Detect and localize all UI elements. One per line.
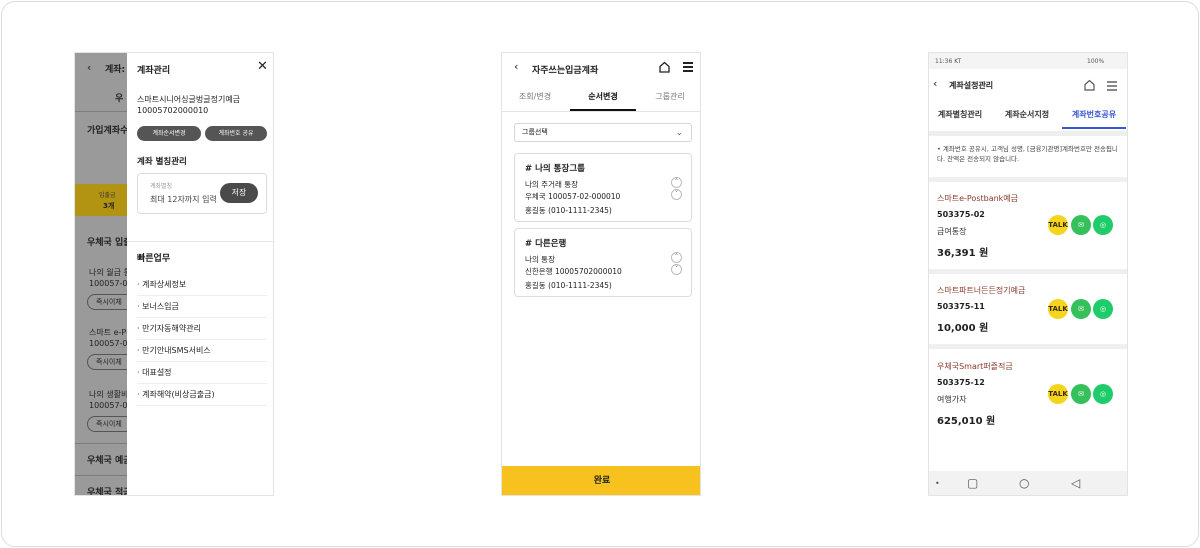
chevron-down-icon: ⌄	[676, 128, 683, 137]
alias-input-box[interactable]: 계좌별칭 최대 12자까지 입력 저장	[137, 173, 267, 214]
home-icon[interactable]	[1084, 79, 1095, 91]
menu-icon[interactable]	[683, 62, 693, 72]
reorder-control: ˄ ˅	[671, 177, 683, 201]
back-icon[interactable]: ‹	[514, 60, 518, 73]
page-title: 자주쓰는입금계좌	[532, 66, 599, 76]
back-triangle-icon[interactable]: ◁	[1071, 476, 1080, 490]
group-select[interactable]: 그룹선택 ⌄	[514, 123, 692, 142]
divider	[127, 241, 273, 242]
recent-apps-icon[interactable]: ▢	[967, 476, 978, 490]
account-number: 10005702000010	[137, 106, 209, 115]
sms-icon[interactable]: ✉	[1071, 384, 1091, 404]
tab-alias[interactable]: 계좌별칭관리	[929, 101, 991, 129]
share-account-button[interactable]: 계좌번호 공유	[205, 126, 267, 141]
quick-tasks-title: 빠른업무	[137, 254, 171, 264]
move-down-icon[interactable]: ˅	[671, 264, 682, 275]
line-icon[interactable]: ◎	[1093, 215, 1113, 235]
reorder-control: ˄ ˅	[671, 252, 683, 276]
tab-group-manage[interactable]: 그룹관리	[638, 83, 700, 111]
phone-account-management-drawer: ‹ 계좌: 우 가입계좌수 입출금 3개 우체국 입출 나의 월급 통 1000…	[74, 52, 274, 496]
move-up-icon[interactable]: ˄	[671, 177, 682, 188]
balance: 625,010 원	[937, 416, 996, 427]
kakao-talk-icon[interactable]: TALK	[1048, 384, 1068, 404]
back-icon: ‹	[87, 61, 92, 74]
account-alias: 여행가자	[937, 395, 967, 404]
tab-reorder[interactable]: 순서변경	[570, 83, 636, 111]
account-drawer: 계좌관리 ✕ 스마트시니어싱글벙글정기예금 10005702000010 계좌순…	[127, 53, 273, 495]
quick-item[interactable]: · 만기안내SMS서비스	[137, 340, 267, 362]
bg-section-title: 가입계좌수	[87, 126, 129, 136]
quick-item[interactable]: · 계좌상세정보	[137, 274, 267, 296]
product-name: 스마트파트너든든정기예금	[937, 286, 1026, 295]
account-card: # 나의 통장그룹 나의 주거래 통장 우체국 100057-02-000010…	[514, 153, 692, 222]
home-circle-icon[interactable]: ○	[1019, 476, 1029, 490]
tab-order[interactable]: 계좌순서지정	[995, 101, 1059, 129]
group-name: # 나의 통장그룹	[525, 164, 585, 174]
balance: 36,391 원	[937, 248, 989, 259]
account-name: 스마트시니어싱글벙글정기예금	[137, 95, 241, 104]
quick-item[interactable]: · 대표설정	[137, 362, 267, 384]
balance: 10,000 원	[937, 323, 989, 334]
product-name: 스마트e-Postbank예금	[937, 194, 1019, 203]
phone-account-settings: 11:36 KT 100% ‹ 계좌설정관리 계좌별칭관리 계좌순서지정 계좌번…	[928, 52, 1128, 496]
dot-icon: •	[935, 479, 940, 488]
kakao-talk-icon[interactable]: TALK	[1048, 215, 1068, 235]
change-order-button[interactable]: 계좌순서변경	[137, 126, 201, 141]
alias-section-title: 계좌 별칭관리	[137, 157, 187, 167]
page-title: 계좌설정관리	[949, 81, 994, 90]
done-button[interactable]: 완료	[502, 466, 700, 495]
back-icon[interactable]: ‹	[933, 77, 937, 90]
close-icon[interactable]: ✕	[257, 60, 268, 73]
sms-icon[interactable]: ✉	[1071, 215, 1091, 235]
move-down-icon[interactable]: ˅	[671, 189, 682, 200]
product-name: 우체국Smart퍼즐적금	[937, 362, 1013, 371]
line-icon[interactable]: ◎	[1093, 384, 1113, 404]
save-button[interactable]: 저장	[220, 183, 258, 203]
account-card: # 다른은행 나의 통장 신한은행 10005702000010 홍길동 (01…	[514, 228, 692, 297]
header: ‹ 자주쓰는입금계좌	[502, 53, 700, 83]
sms-icon[interactable]: ✉	[1071, 299, 1091, 319]
alias-label: 계좌별칭	[150, 183, 173, 190]
quick-item[interactable]: · 만기자동해약관리	[137, 318, 267, 340]
tab-share[interactable]: 계좌번호공유	[1062, 101, 1126, 129]
drawer-title: 계좌관리	[137, 66, 171, 76]
quick-item[interactable]: · 보너스입금	[137, 296, 267, 318]
android-nav-bar: • ▢ ○ ◁	[929, 471, 1127, 495]
menu-icon[interactable]	[1107, 81, 1117, 91]
account-alias: 급여통장	[937, 227, 967, 236]
header: ‹ 계좌설정관리	[929, 69, 1127, 101]
account-number: 503375-12	[937, 378, 985, 387]
status-bar: 11:36 KT 100%	[929, 53, 1127, 69]
bg-tab: 우	[115, 94, 124, 104]
bg-title: 계좌:	[105, 65, 126, 75]
tab-view-change[interactable]: 조회/변경	[502, 83, 568, 111]
line-icon[interactable]: ◎	[1093, 299, 1113, 319]
alias-input[interactable]: 최대 12자까지 입력	[150, 194, 217, 205]
move-up-icon[interactable]: ˄	[671, 252, 682, 263]
home-icon[interactable]	[659, 61, 670, 73]
group-name: # 다른은행	[525, 239, 567, 249]
quick-item[interactable]: · 계좌해약(비상금출금)	[137, 384, 267, 406]
bg-highlight-tile: 입출금 3개	[75, 184, 135, 216]
notice-text: • 계좌번호 공유시, 고객님 성명, [금융기관명]계좌번호만 전송됩니다. …	[937, 145, 1118, 163]
account-number: 503375-11	[937, 302, 985, 311]
kakao-talk-icon[interactable]: TALK	[1048, 299, 1068, 319]
phone-favorite-accounts: ‹ 자주쓰는입금계좌 조회/변경 순서변경 그룹관리 그룹선택 ⌄ # 나의 통…	[501, 52, 701, 496]
account-number: 503375-02	[937, 210, 985, 219]
